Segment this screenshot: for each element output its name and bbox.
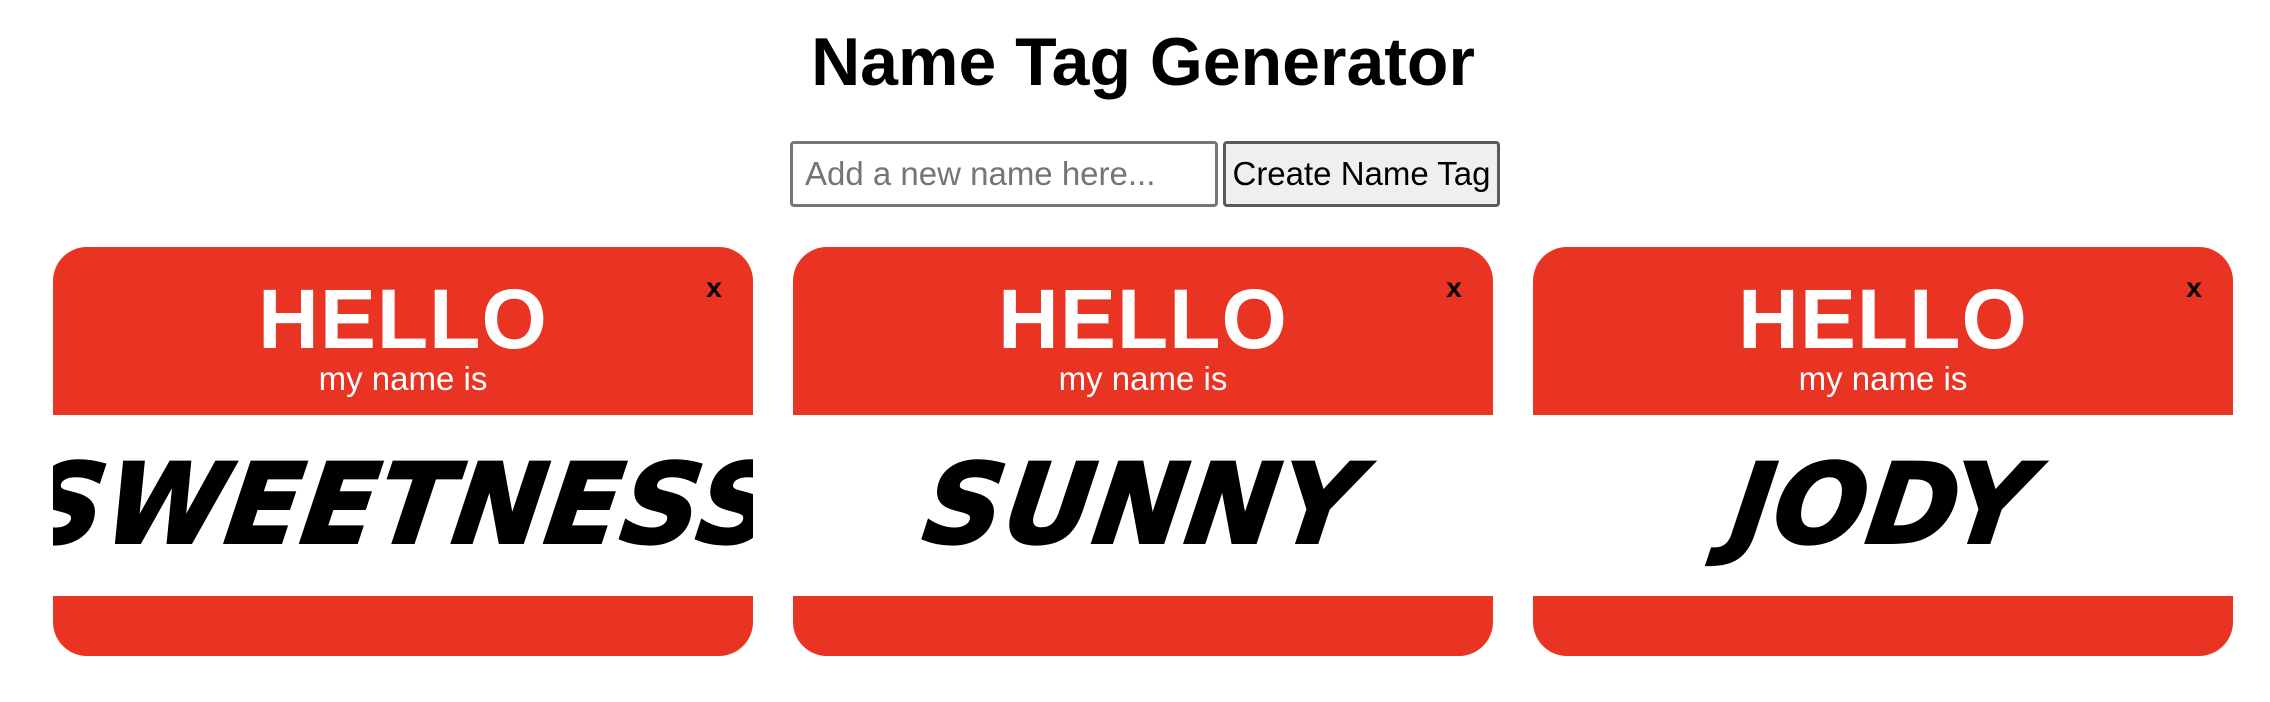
tag-subtitle: my name is bbox=[1798, 360, 1968, 397]
tag-greeting: HELLO bbox=[1738, 272, 2028, 366]
tag-name-area: Jody bbox=[1533, 415, 2233, 596]
tag-subtitle: my name is bbox=[1058, 360, 1228, 397]
name-input[interactable] bbox=[790, 141, 1218, 207]
new-name-form: Create Name Tag bbox=[790, 141, 1500, 207]
tag-greeting: HELLO bbox=[998, 272, 1288, 366]
close-icon[interactable]: x bbox=[1439, 272, 1469, 303]
tag-greeting: HELLO bbox=[258, 272, 548, 366]
tag-name-area: Sweetness bbox=[53, 415, 753, 596]
name-tag-list: HELLO my name is x Sweetness HELLO my na… bbox=[53, 247, 2233, 656]
name-tag: HELLO my name is x Jody bbox=[1533, 247, 2233, 656]
page-title: Name Tag Generator bbox=[811, 24, 1475, 100]
tag-name: Sweetness bbox=[53, 440, 753, 571]
name-tag: HELLO my name is x Sunny bbox=[793, 247, 1493, 656]
tag-subtitle: my name is bbox=[318, 360, 488, 397]
create-name-tag-button[interactable]: Create Name Tag bbox=[1223, 141, 1500, 207]
tag-name-area: Sunny bbox=[793, 415, 1493, 596]
close-icon[interactable]: x bbox=[2179, 272, 2209, 303]
tag-name: Jody bbox=[1723, 440, 2043, 571]
close-icon[interactable]: x bbox=[699, 272, 729, 303]
tag-name: Sunny bbox=[915, 440, 1370, 571]
name-tag: HELLO my name is x Sweetness bbox=[53, 247, 753, 656]
